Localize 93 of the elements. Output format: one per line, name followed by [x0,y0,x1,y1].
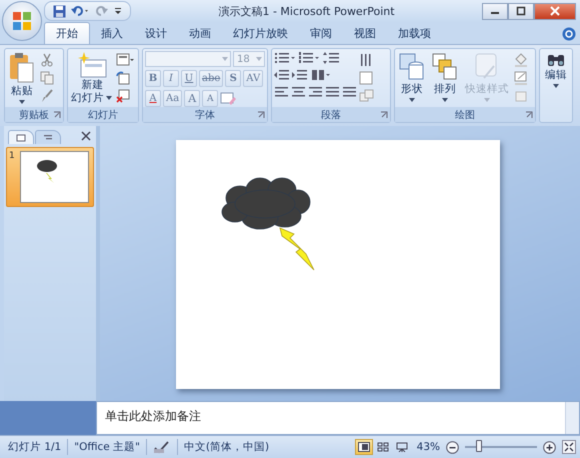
slide-counter: 幻灯片 1/1 [8,440,62,454]
logo [11,10,33,32]
zoom-out-icon[interactable] [446,440,459,454]
restore-button[interactable] [508,2,534,20]
projector-icon [396,442,408,452]
launcher-icon[interactable] [525,111,533,119]
paste-button[interactable]: 粘贴 [7,51,37,107]
slide-thumbnail[interactable]: 1 [6,147,94,207]
increase-indent-icon[interactable] [292,68,308,82]
font-name-field[interactable] [145,51,231,67]
save-icon[interactable] [53,4,66,18]
ribbon-tab[interactable]: 动画 [178,23,222,44]
zoom-slider[interactable] [476,440,482,452]
decrease-indent-icon[interactable] [274,68,290,82]
undo-icon[interactable] [71,4,91,18]
launcher-icon[interactable] [257,111,265,119]
slide-number: 1 [9,151,16,163]
ribbon-tab[interactable]: 审阅 [299,23,343,44]
window-title: 演示文稿1 - Microsoft PowerPoint [217,4,396,18]
close-icon[interactable] [81,131,91,141]
outline-tab[interactable] [35,130,61,144]
group-label: 字体 [195,108,215,122]
zoom-level[interactable]: 43% [416,441,440,453]
close-icon [550,6,560,16]
new-slide-icon [78,52,108,78]
columns-icon[interactable] [310,68,332,82]
scissors-icon[interactable] [40,53,54,67]
scrollbar[interactable] [565,402,579,434]
group-label: 剪贴板 [19,108,49,122]
align-icon[interactable] [325,85,340,99]
drawing-button[interactable]: 排列 [430,51,460,105]
group-label: 段落 [321,108,341,122]
minimize-button[interactable] [482,2,508,20]
drawing-button[interactable]: 形状 [397,51,427,105]
view-button[interactable] [354,439,373,455]
slide-icon [16,134,26,142]
ribbon-tab[interactable]: 设计 [134,23,178,44]
font-style-button[interactable]: A [202,90,218,107]
launcher-icon[interactable] [380,111,388,119]
caret-icon [409,98,415,102]
caret-icon [442,98,448,102]
font-style-button[interactable]: A [145,90,161,107]
help-icon[interactable] [562,27,576,41]
reset-icon[interactable] [116,71,130,85]
format-button[interactable]: S [225,70,242,87]
ribbon-tab[interactable]: 加载项 [387,23,442,44]
format-button[interactable]: I [163,70,179,87]
layout-icon[interactable] [116,53,134,67]
clipboard-icon [9,52,35,84]
font-style-button[interactable]: A [184,90,200,107]
align-icon[interactable] [308,85,323,99]
delete-slide-icon[interactable] [116,89,130,103]
clear-format-icon[interactable] [220,90,236,106]
caret-icon [484,98,490,102]
caret-icon [553,84,559,88]
caret-icon [106,96,112,100]
binoculars-icon [546,52,566,68]
format-button[interactable]: B [145,70,161,87]
new-slide-button[interactable]: 新建 幻灯片 [69,51,116,105]
spellcheck-icon[interactable] [152,440,171,454]
arrange-icon [432,52,458,82]
normal-view-icon [358,442,370,452]
caret-icon [222,57,228,61]
group-label: 绘图 [455,108,475,122]
format-button[interactable]: abe [199,70,224,87]
theme-name: "Office 主题" [74,440,140,454]
align-icon[interactable] [274,85,289,99]
ribbon-tab[interactable]: 插入 [90,23,134,44]
numbering-icon[interactable] [298,51,320,65]
font-style-button[interactable]: Aa [163,90,182,107]
format-button[interactable]: U [181,70,197,87]
office-button[interactable] [2,1,42,41]
customize-caret-icon[interactable] [114,7,122,15]
grid-icon [376,442,389,452]
group-label: 幻灯片 [88,108,118,122]
shapes-icon [399,52,425,82]
close-button[interactable] [534,2,576,20]
restore-icon [516,6,526,16]
ribbon-tab[interactable]: 幻灯片放映 [222,23,299,44]
outline-icon [43,134,53,142]
bullets-icon[interactable] [274,51,296,65]
caret-icon [19,100,25,104]
caret-icon [256,57,262,61]
slides-tab[interactable] [8,130,34,144]
format-button[interactable]: AV [243,70,264,87]
language-label: 中文(简体，中国) [184,440,270,454]
fit-window-icon[interactable] [562,440,576,454]
align-icon[interactable] [291,85,306,99]
ribbon-tab[interactable]: 开始 [44,22,90,44]
align-icon[interactable] [342,85,357,99]
ribbon-tab[interactable]: 视图 [343,23,387,44]
launcher-icon[interactable] [53,111,61,119]
zoom-in-icon[interactable] [543,440,556,454]
